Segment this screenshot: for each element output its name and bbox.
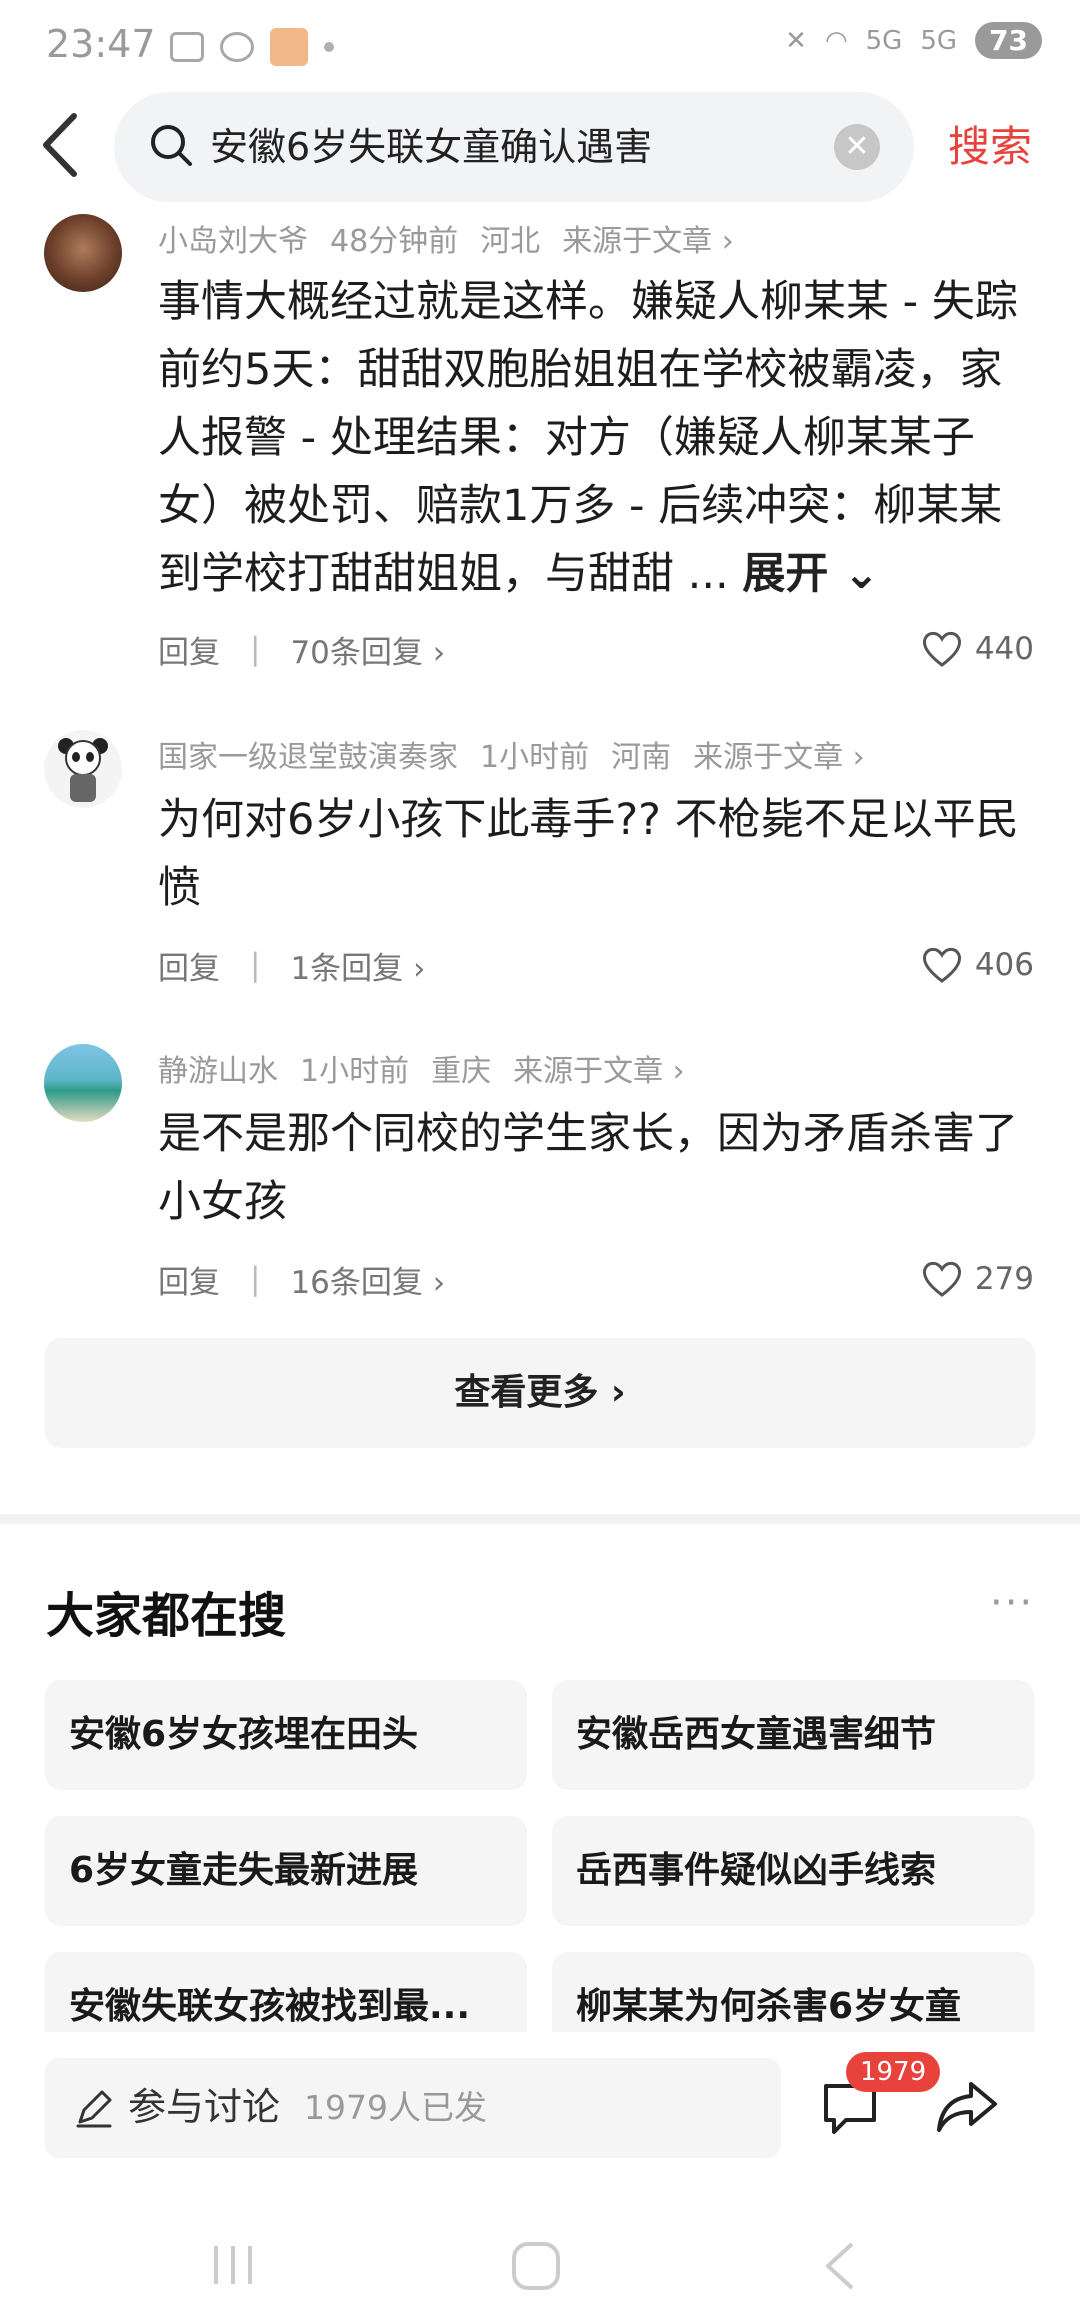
comment-actions: 回复 | 16条回复 › 279 <box>158 1254 1034 1304</box>
divider: | <box>250 631 261 667</box>
more-notifications-icon <box>324 42 334 52</box>
nav-back-icon[interactable] <box>820 2240 860 2292</box>
like-button[interactable]: 440 <box>921 630 1034 668</box>
view-replies-link[interactable]: 16条回复 › <box>290 1257 445 1302</box>
comment-text[interactable]: 为何对6岁小孩下此毒手?? 不枪毙不足以平民愤 <box>158 786 1038 922</box>
mute-icon: ✕ <box>785 25 807 56</box>
system-icons: ✕ ◠ 5G 5G 73 <box>785 22 1042 59</box>
comment-count-text: 1979人已发 <box>304 2088 487 2127</box>
signal-1-icon: 5G <box>865 25 903 56</box>
heart-icon <box>922 1261 961 1297</box>
clear-search-button[interactable]: ✕ <box>834 124 880 170</box>
trending-search-item[interactable]: 岳西事件疑似凶手线索 <box>552 1816 1034 1926</box>
divider: | <box>250 1261 261 1297</box>
trending-search-item[interactable]: 安徽6岁女孩埋在田头 <box>45 1680 527 1790</box>
comment-actions: 回复 | 70条回复 › 440 <box>158 624 1034 674</box>
trending-search-item[interactable]: 6岁女童走失最新进展 <box>45 1816 527 1926</box>
comment-meta: 静游山水 1小时前 重庆 来源于文章 › <box>158 1046 707 1090</box>
notification-icons <box>170 28 334 66</box>
comment-source-link[interactable]: 来源于文章 › <box>562 224 734 259</box>
comment-text[interactable]: 事情大概经过就是这样。嫌疑人柳某某 - 失踪前约5天：甜甜双胞胎姐姐在学校被霸凌… <box>158 268 1038 608</box>
comment-source-link[interactable]: 来源于文章 › <box>693 740 865 775</box>
comment-user[interactable]: 小岛刘大爷 <box>158 224 308 259</box>
divider: | <box>250 947 261 983</box>
expand-button[interactable]: 展开 ⌄ <box>742 549 879 599</box>
reply-button[interactable]: 回复 <box>158 1257 220 1302</box>
recent-apps-icon[interactable] <box>208 2240 258 2290</box>
screenshot-icon <box>170 32 204 62</box>
app-notification-icon <box>270 28 308 66</box>
more-options-icon[interactable]: ··· <box>990 1580 1034 1626</box>
like-count: 406 <box>974 947 1034 983</box>
comment-meta: 国家一级退堂鼓演奏家 1小时前 河南 来源于文章 › <box>158 732 887 776</box>
see-more-button[interactable]: 查看更多 › <box>45 1338 1035 1448</box>
system-nav-bar <box>0 2200 1080 2316</box>
section-divider <box>0 1514 1080 1524</box>
avatar[interactable] <box>44 1044 122 1122</box>
like-button[interactable]: 406 <box>921 946 1034 984</box>
comment-input-label: 参与讨论 <box>128 2085 281 2129</box>
reply-button[interactable]: 回复 <box>158 943 220 988</box>
comment-time: 1小时前 <box>300 1054 410 1089</box>
status-time: 23:47 <box>46 22 156 66</box>
comment-location: 河南 <box>611 740 672 775</box>
view-replies-link[interactable]: 1条回复 › <box>290 943 425 988</box>
comment-source-link[interactable]: 来源于文章 › <box>513 1054 685 1089</box>
comment-text-content: 事情大概经过就是这样。嫌疑人柳某某 - 失踪前约5天：甜甜双胞胎姐姐在学校被霸凌… <box>158 277 1018 599</box>
comment-time: 1小时前 <box>480 740 590 775</box>
battery-icon: 73 <box>975 22 1042 59</box>
trending-title: 大家都在搜 <box>46 1588 287 1644</box>
comment-text[interactable]: 是不是那个同校的学生家长，因为矛盾杀害了小女孩 <box>158 1100 1038 1236</box>
status-bar: 23:47 ✕ ◠ 5G 5G 73 <box>0 0 1080 90</box>
comment-actions: 回复 | 1条回复 › 406 <box>158 940 1034 990</box>
panda-avatar-icon <box>58 738 108 802</box>
like-count: 279 <box>974 1261 1034 1297</box>
comment-location: 重庆 <box>431 1054 492 1089</box>
pen-icon <box>76 2090 112 2128</box>
back-button[interactable] <box>40 110 100 190</box>
comment-user[interactable]: 静游山水 <box>158 1054 278 1089</box>
like-count: 440 <box>974 631 1034 667</box>
comment-meta: 小岛刘大爷 48分钟前 河北 来源于文章 › <box>158 216 756 260</box>
share-icon[interactable] <box>935 2076 999 2136</box>
wechat-icon <box>220 32 254 62</box>
comment-user[interactable]: 国家一级退堂鼓演奏家 <box>158 740 458 775</box>
view-replies-link[interactable]: 70条回复 › <box>290 627 445 672</box>
close-icon: ✕ <box>844 129 870 164</box>
search-icon <box>151 125 192 166</box>
avatar[interactable] <box>44 214 122 292</box>
wifi-icon: ◠ <box>824 25 848 56</box>
avatar[interactable] <box>44 730 122 808</box>
comment-count-badge: 1979 <box>846 2052 941 2092</box>
heart-icon <box>922 631 961 667</box>
trending-search-item[interactable]: 安徽岳西女童遇害细节 <box>552 1680 1034 1790</box>
heart-icon <box>922 947 961 983</box>
search-input[interactable]: 安徽6岁失联女童确认遇害 <box>210 122 652 172</box>
comment-time: 48分钟前 <box>330 224 459 259</box>
search-button[interactable]: 搜索 <box>948 122 1032 172</box>
home-icon[interactable] <box>510 2240 562 2292</box>
signal-2-icon: 5G <box>920 25 958 56</box>
like-button[interactable]: 279 <box>921 1260 1034 1298</box>
reply-button[interactable]: 回复 <box>158 627 220 672</box>
back-arrow-icon <box>43 113 77 177</box>
comment-location: 河北 <box>480 224 541 259</box>
